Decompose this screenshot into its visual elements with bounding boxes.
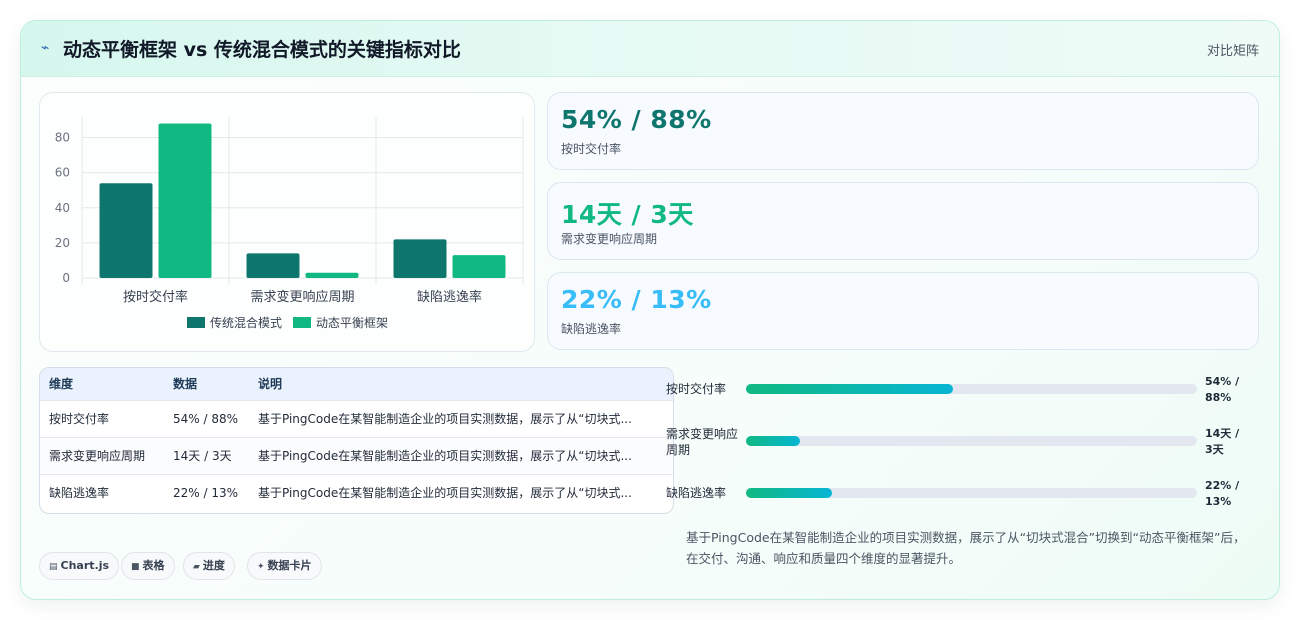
progress-fill (746, 488, 832, 498)
progress-fill (746, 384, 954, 394)
table-header-row: 维度 数据 说明 (40, 368, 673, 401)
stat-value: 54% / 88% (561, 105, 712, 134)
table-row: 缺陷逃逸率 22% / 13% 基于PingCode在某智能制造企业的项目实测数… (40, 475, 673, 512)
y-tick-label: 20 (55, 236, 70, 250)
stat-label: 按时交付率 (561, 142, 622, 156)
page-title: 动态平衡框架 vs 传统混合模式的关键指标对比 (63, 39, 461, 61)
column-header: 数据 (173, 377, 198, 391)
cell-description: 基于PingCode在某智能制造企业的项目实测数据，展示了从“切块式... (258, 412, 632, 426)
column-header: 说明 (258, 377, 283, 391)
column-header: 维度 (49, 377, 74, 391)
x-tick-label: 按时交付率 (123, 289, 188, 305)
legend-label: 动态平衡框架 (316, 316, 388, 330)
chip-label: 表格 (142, 559, 165, 572)
progress-track (746, 488, 1197, 498)
cell-dimension: 缺陷逃逸率 (49, 486, 110, 500)
header-tag: 对比矩阵 (1206, 44, 1259, 59)
bar (99, 183, 153, 278)
legend-swatch (293, 317, 311, 328)
lightning-icon: ⌁ (41, 40, 50, 56)
x-tick-label: 需求变更响应周期 (250, 289, 354, 305)
chip-table[interactable]: ■ 表格 (121, 552, 175, 580)
chart-panel: 0 20 40 60 80 按时交付率 需求变更响应周期 缺陷逃逸率传统混合模式 动态平衡框架 (39, 92, 535, 352)
stat-card-delivery: 54% / 88% 按时交付率 (547, 92, 1259, 170)
stat-label: 需求变更响应周期 (561, 232, 658, 246)
cell-description: 基于PingCode在某智能制造企业的项目实测数据，展示了从“切块式... (258, 449, 632, 463)
bar (305, 272, 359, 278)
bar (393, 239, 447, 278)
cell-dimension: 按时交付率 (49, 412, 110, 426)
bar (452, 255, 506, 278)
cell-data: 22% / 13% (173, 486, 239, 500)
cell-data: 14天 / 3天 (173, 449, 232, 463)
legend-label: 传统混合模式 (210, 315, 282, 330)
stat-card-response: 14天 / 3天 需求变更响应周期 (547, 182, 1259, 260)
chip-label: Chart.js (60, 559, 110, 572)
chip-label: 进度 (202, 559, 225, 572)
y-tick-label: 0 (62, 271, 70, 285)
stat-value: 22% / 13% (561, 285, 712, 314)
summary-text: 基于PingCode在某智能制造企业的项目实测数据，展示了从“切块式混合”切换到… (686, 530, 1246, 566)
y-tick-label: 60 (55, 166, 70, 180)
table-icon: ■ (131, 562, 140, 572)
progress-label: 缺陷逃逸率 (666, 486, 727, 500)
cell-data: 54% / 88% (173, 412, 239, 426)
progress-label: 按时交付率 (666, 382, 727, 396)
chip-data-cards[interactable]: ✦ 数据卡片 (247, 552, 322, 580)
cell-dimension: 需求变更响应周期 (49, 449, 146, 463)
chart-icon: ▤ (49, 562, 58, 572)
progress-value: 22% / 13% (1205, 479, 1240, 508)
stat-label: 缺陷逃逸率 (561, 322, 622, 336)
cell-description: 基于PingCode在某智能制造企业的项目实测数据，展示了从“切块式... (258, 486, 632, 500)
table-row: 按时交付率 54% / 88% 基于PingCode在某智能制造企业的项目实测数… (40, 401, 673, 438)
bar (246, 253, 300, 278)
progress-value: 54% / 88% (1205, 375, 1240, 404)
y-tick-label: 80 (55, 131, 70, 145)
bar (158, 123, 212, 278)
y-tick-label: 40 (55, 201, 70, 215)
progress-icon: ▰ (193, 562, 200, 572)
progress-value: 14天 / 3天 (1205, 427, 1240, 456)
chip-chartjs[interactable]: ▤ Chart.js (39, 552, 120, 580)
progress-track (746, 384, 1197, 394)
progress-fill (746, 436, 801, 446)
stat-card-defect: 22% / 13% 缺陷逃逸率 (547, 272, 1259, 350)
bar-chart: 0 20 40 60 80 按时交付率 需求变更响应周期 缺陷逃逸率传统混合模式 动态平衡框架 (55, 117, 524, 330)
progress-track (746, 436, 1197, 446)
chip-label: 数据卡片 (267, 559, 312, 572)
progress-label: 需求变更响应周期 (666, 427, 739, 457)
x-tick-label: 缺陷逃逸率 (417, 289, 482, 305)
sparkle-icon: ✦ (257, 562, 265, 572)
data-table: 维度 数据 说明 按时交付率 54% / 88% 基于PingCode在某智能制… (39, 367, 674, 514)
stat-value: 14天 / 3天 (561, 200, 694, 229)
card-header: ⌁ 动态平衡框架 vs 传统混合模式的关键指标对比 对比矩阵 (21, 21, 1279, 77)
table-row: 需求变更响应周期 14天 / 3天 基于PingCode在某智能制造企业的项目实… (40, 438, 673, 475)
legend-swatch (187, 317, 205, 328)
chip-progress[interactable]: ▰ 进度 (183, 552, 235, 580)
